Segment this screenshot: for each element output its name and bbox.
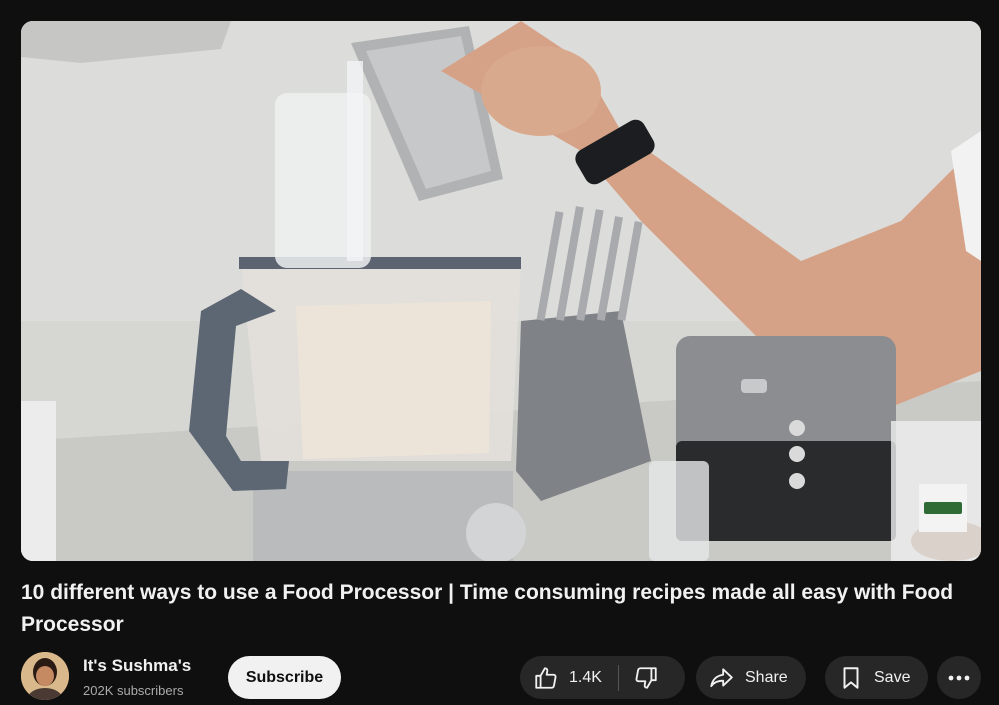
video-player[interactable]: [21, 21, 981, 561]
subscribe-button[interactable]: Subscribe: [228, 656, 341, 699]
more-actions-button[interactable]: [937, 656, 981, 699]
save-label: Save: [874, 668, 911, 686]
channel-avatar[interactable]: [21, 652, 69, 700]
share-button[interactable]: Share: [696, 656, 806, 699]
video-title: 10 different ways to use a Food Processo…: [21, 581, 954, 636]
dislike-button[interactable]: [619, 656, 659, 699]
like-count: 1.4K: [569, 668, 602, 686]
more-horizontal-icon: [948, 675, 970, 681]
watermark-logo: [924, 502, 962, 514]
video-frame: [21, 21, 981, 561]
save-button[interactable]: Save: [825, 656, 928, 699]
bookmark-icon: [838, 665, 864, 691]
thumbs-down-icon: [633, 665, 659, 691]
share-arrow-icon: [707, 665, 735, 691]
channel-name[interactable]: It's Sushma's: [83, 656, 191, 676]
thumbs-up-icon: [533, 665, 559, 691]
avatar-image: [21, 652, 69, 700]
channel-watermark[interactable]: [919, 484, 967, 532]
share-label: Share: [745, 668, 788, 686]
like-dislike-group: 1.4K: [520, 656, 685, 699]
subscriber-count: 202K subscribers: [83, 683, 184, 698]
like-button[interactable]: 1.4K: [520, 656, 618, 699]
